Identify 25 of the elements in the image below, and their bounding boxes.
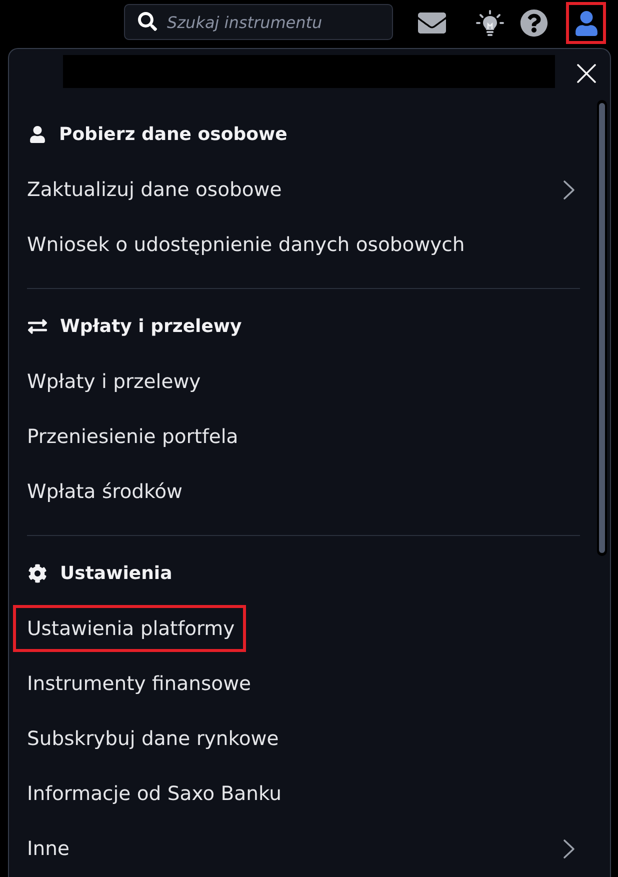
search-field[interactable]: Szukaj instrumentu bbox=[124, 4, 393, 40]
settings-icon bbox=[28, 564, 47, 583]
scrollbar-track[interactable] bbox=[597, 100, 607, 556]
menu-item[interactable]: Wpłaty i przelewy bbox=[13, 354, 580, 409]
menu-item[interactable]: Zaktualizuj dane osobowe bbox=[13, 162, 580, 217]
swap-arrows-icon bbox=[28, 317, 47, 336]
close-icon bbox=[576, 64, 596, 83]
menu-item[interactable]: Przeniesienie portfela bbox=[13, 409, 580, 464]
section-heading: Ustawienia bbox=[60, 563, 172, 584]
menu-item[interactable]: Informacje od Saxo Banku bbox=[13, 766, 580, 821]
lightbulb-icon bbox=[476, 10, 504, 36]
section-heading: Pobierz dane osobowe bbox=[59, 124, 288, 145]
user-icon bbox=[574, 10, 598, 36]
scrollbar-thumb[interactable] bbox=[599, 103, 605, 553]
menu-item[interactable]: Inne bbox=[13, 821, 580, 876]
menu-item[interactable]: Wpłata środków bbox=[13, 464, 580, 519]
section-heading: Wpłaty i przelewy bbox=[60, 316, 242, 337]
help-icon bbox=[520, 9, 548, 37]
menu-item[interactable]: Ustawienia platformy bbox=[13, 601, 580, 656]
person-icon bbox=[29, 126, 46, 143]
menu-item[interactable]: Wniosek o udostępnienie danych osobowych bbox=[13, 217, 580, 272]
search-icon bbox=[138, 12, 157, 31]
account-button[interactable] bbox=[566, 2, 606, 44]
menu-item[interactable]: Subskrybuj dane rynkowe bbox=[13, 711, 580, 766]
menu-item[interactable]: Instrumenty finansowe bbox=[13, 656, 580, 711]
